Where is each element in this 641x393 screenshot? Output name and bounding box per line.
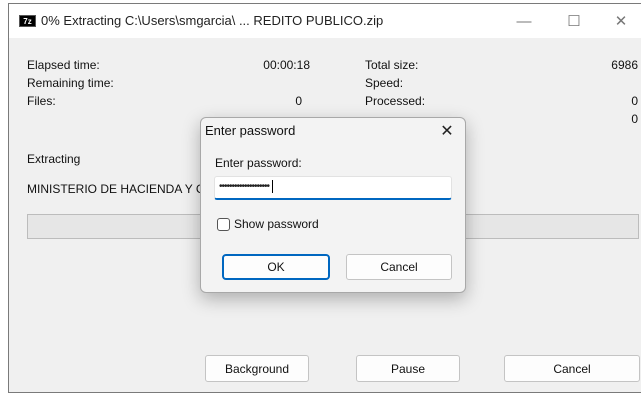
dialog-cancel-button[interactable]: Cancel xyxy=(346,254,452,280)
minimize-button[interactable]: — xyxy=(501,4,547,38)
total-size-label: Total size: xyxy=(365,58,419,72)
hidden-stat-value: 0 xyxy=(631,112,638,126)
total-size-value: 6986 xyxy=(611,58,638,72)
7zip-app-icon: 7z xyxy=(19,15,36,27)
remaining-time-label: Remaining time: xyxy=(27,76,114,90)
elapsed-time-label: Elapsed time: xyxy=(27,58,100,72)
password-field[interactable]: •••••••••••••••••••• xyxy=(214,176,452,200)
cancel-extraction-button[interactable]: Cancel xyxy=(504,355,640,382)
processed-label: Processed: xyxy=(365,94,426,108)
window-title: 0% Extracting C:\Users\smgarcia\ ... RED… xyxy=(41,13,384,28)
background-button[interactable]: Background xyxy=(205,355,309,382)
close-dialog-icon[interactable]: ✕ xyxy=(429,118,465,144)
processed-value: 0 xyxy=(631,94,638,108)
files-label: Files: xyxy=(27,94,56,108)
current-file-name: MINISTERIO DE HACIENDA Y C xyxy=(27,182,205,196)
ok-button[interactable]: OK xyxy=(222,254,330,280)
password-masked-value: •••••••••••••••••••• xyxy=(219,181,270,192)
title-bar[interactable]: 7z 0% Extracting C:\Users\smgarcia\ ... … xyxy=(9,4,641,38)
files-value: 0 xyxy=(295,94,302,108)
enter-password-dialog: Enter password ✕ Enter password: •••••••… xyxy=(200,117,466,293)
maximize-button[interactable]: ☐ xyxy=(551,4,597,38)
dialog-title: Enter password xyxy=(205,123,296,138)
close-window-button[interactable]: ✕ xyxy=(598,4,641,38)
show-password-checkbox[interactable] xyxy=(217,218,230,231)
elapsed-time-value: 00:00:18 xyxy=(263,58,310,72)
show-password-label[interactable]: Show password xyxy=(234,217,319,231)
extracting-status: Extracting xyxy=(27,152,81,166)
password-prompt-label: Enter password: xyxy=(215,156,302,170)
speed-label: Speed: xyxy=(365,76,404,90)
pause-button[interactable]: Pause xyxy=(356,355,460,382)
text-cursor xyxy=(272,179,274,193)
